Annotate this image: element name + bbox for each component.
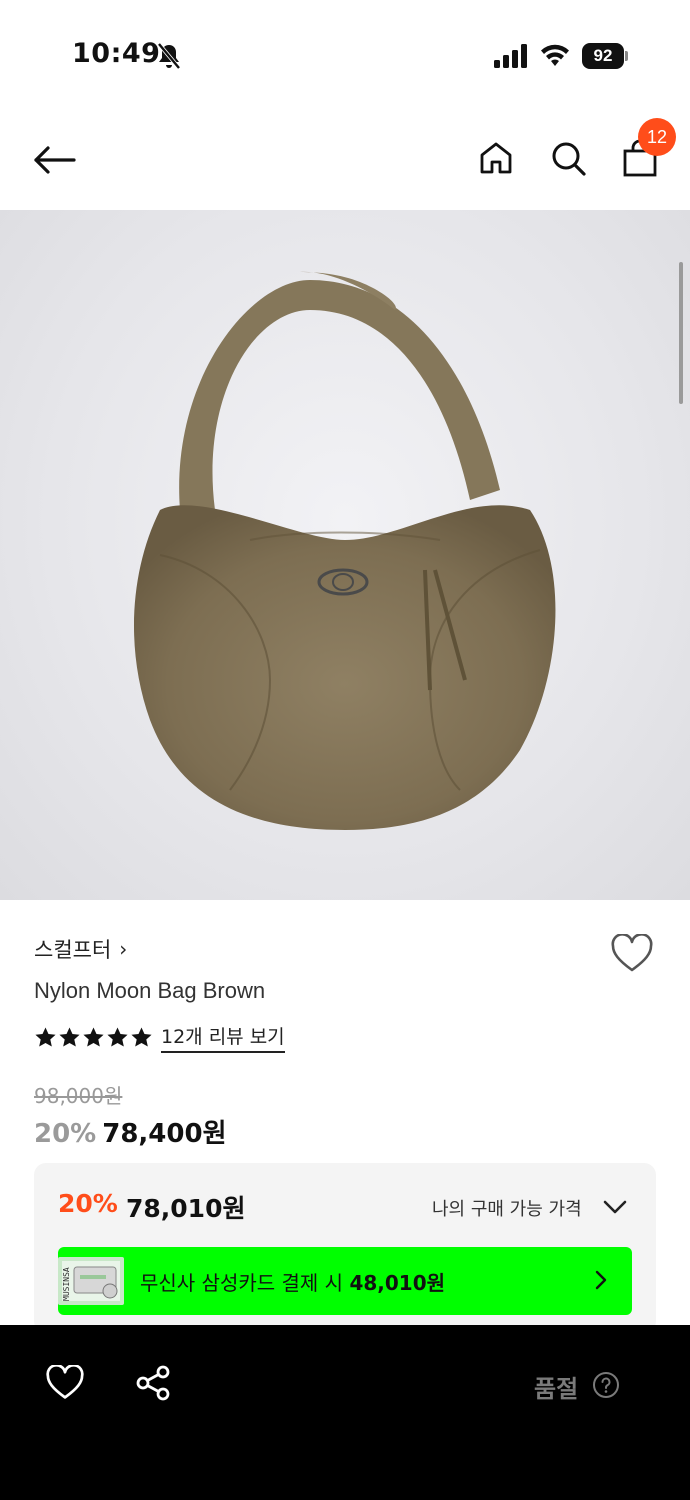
bottom-wishlist-button[interactable] [44, 1363, 86, 1403]
chevron-down-icon[interactable] [602, 1195, 628, 1219]
heart-icon [611, 934, 653, 972]
star-icon [35, 1027, 56, 1047]
heart-icon [46, 1365, 84, 1399]
back-button[interactable] [30, 138, 78, 182]
wishlist-button[interactable] [608, 932, 656, 976]
search-button[interactable] [546, 136, 590, 180]
signal-icon [494, 44, 527, 68]
discount-rate: 20% [34, 1119, 97, 1149]
home-button[interactable] [474, 136, 518, 180]
chevron-right-icon [595, 1270, 607, 1290]
bag-illustration [133, 271, 556, 830]
cart-count-badge: 12 [638, 118, 676, 156]
star-icon [131, 1027, 152, 1047]
status-time: 10:49 [72, 38, 161, 69]
star-icon [59, 1027, 80, 1047]
card-promo-price: 48,010원 [349, 1271, 446, 1295]
help-circle-icon[interactable] [592, 1371, 620, 1399]
price-row: 20% 78,400원 [34, 1113, 227, 1150]
card-thumbnail: MUSINSA [58, 1257, 124, 1305]
share-button[interactable] [132, 1363, 174, 1403]
brand-name: 스컬프터 [34, 938, 112, 962]
rating-stars [34, 1026, 153, 1049]
member-discount-rate: 20% [58, 1189, 118, 1218]
star-icon [107, 1027, 128, 1047]
card-promo-banner[interactable]: MUSINSA 무신사 삼성카드 결제 시 48,010원 [58, 1247, 632, 1315]
top-navigation [0, 110, 690, 210]
battery-level: 92 [582, 43, 624, 69]
status-bar: 10:49 92 [0, 0, 690, 110]
search-icon [552, 142, 586, 176]
card-promo-prefix: 무신사 삼성카드 결제 시 [140, 1271, 350, 1295]
product-name: Nylon Moon Bag Brown [34, 978, 266, 1003]
member-price: 78,010원 [126, 1194, 246, 1223]
original-price: 98,000원 [34, 1084, 123, 1108]
wifi-icon [541, 44, 569, 66]
battery-icon: 92 [582, 43, 628, 69]
scroll-indicator [679, 262, 683, 404]
review-link[interactable]: 12개 리뷰 보기 [161, 1022, 285, 1053]
brand-link[interactable]: 스컬프터 › [34, 934, 127, 964]
soldout-status: 품절 [534, 1375, 579, 1403]
bottom-action-bar: 품절 [0, 1325, 690, 1500]
member-price-card: 20% 78,010원 나의 구매 가능 가격 MUSINSA 무신사 삼성카드… [34, 1163, 656, 1333]
sale-price: 78,400원 [102, 1119, 227, 1149]
home-icon [480, 142, 512, 174]
product-image[interactable] [0, 210, 690, 900]
my-price-toggle[interactable]: 나의 구매 가능 가격 [432, 1195, 582, 1221]
chevron-right-icon: › [119, 937, 128, 961]
card-thumb-tag: MUSINSA [62, 1267, 71, 1301]
rating-row: 12개 리뷰 보기 [34, 1022, 285, 1053]
star-icon [83, 1027, 104, 1047]
bell-off-icon [157, 42, 181, 70]
back-arrow-icon [34, 146, 76, 174]
share-icon [136, 1365, 170, 1401]
card-promo-text: 무신사 삼성카드 결제 시 48,010원 [140, 1267, 445, 1296]
